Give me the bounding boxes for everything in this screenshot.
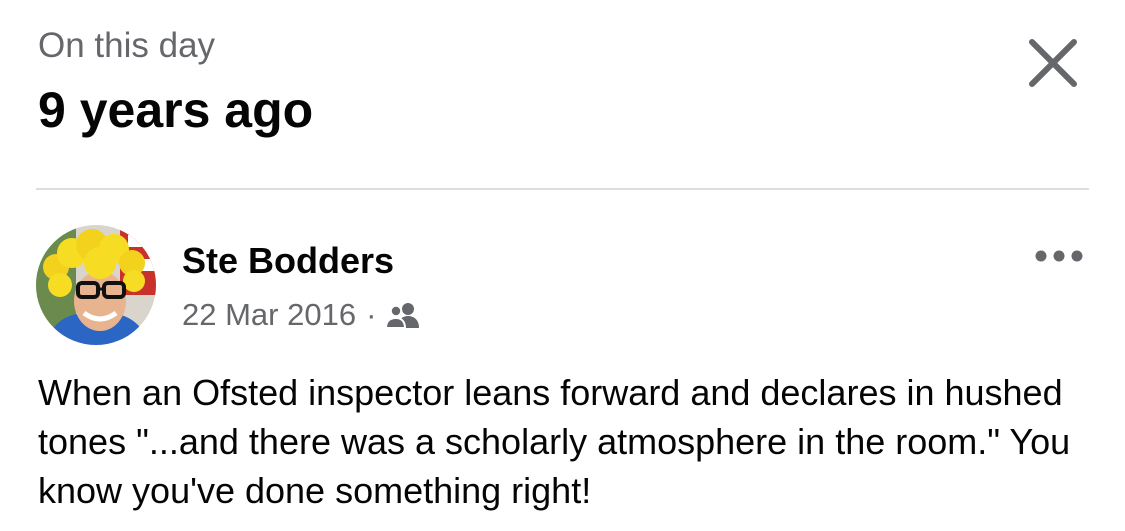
more-options-button[interactable]: [1030, 236, 1088, 276]
close-button[interactable]: [1020, 30, 1086, 96]
post-meta: 22 Mar 2016 ·: [182, 295, 420, 335]
post-date[interactable]: 22 Mar 2016: [182, 295, 356, 335]
memories-header: On this day 9 years ago: [38, 24, 313, 140]
author-avatar[interactable]: [36, 225, 156, 345]
friends-icon[interactable]: [386, 301, 420, 329]
post-text: When an Ofsted inspector leans forward a…: [38, 372, 1071, 511]
years-ago-title: 9 years ago: [38, 82, 314, 138]
author-name[interactable]: Ste Bodders: [182, 238, 394, 284]
header-divider: [36, 188, 1089, 190]
meta-separator: ·: [366, 297, 377, 332]
close-icon: [1029, 39, 1077, 87]
more-options-icon: [1035, 250, 1083, 262]
on-this-day-label: On this day: [38, 26, 216, 65]
